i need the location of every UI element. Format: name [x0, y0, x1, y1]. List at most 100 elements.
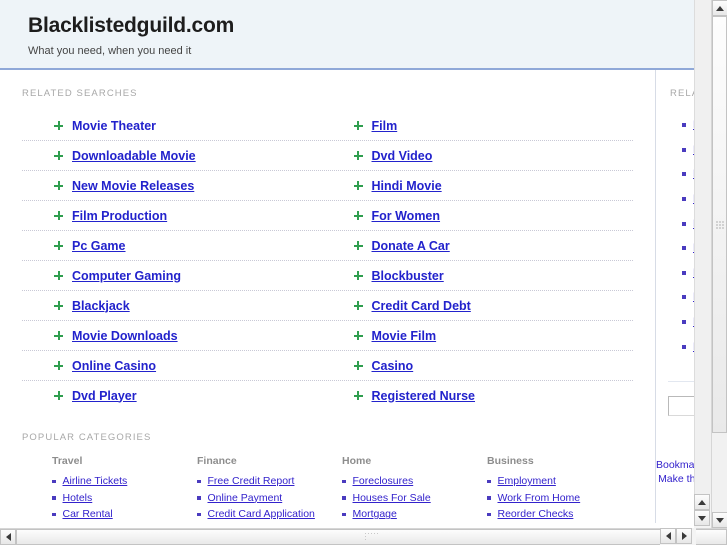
- popular-category-link[interactable]: Houses For Sale: [353, 492, 431, 504]
- inner-scroll-up-button[interactable]: [694, 494, 710, 510]
- square-bullet-icon: [197, 496, 201, 500]
- browser-window: Blacklistedguild.com What you need, when…: [0, 0, 727, 545]
- square-bullet-icon: [682, 123, 686, 128]
- related-search-link[interactable]: Film Production: [72, 209, 167, 223]
- triangle-up-icon: [716, 5, 724, 11]
- inner-scroll-left-button[interactable]: [660, 528, 676, 544]
- square-bullet-icon: [682, 221, 686, 226]
- related-search-link[interactable]: Hindi Movie: [372, 179, 442, 193]
- popular-category-link[interactable]: Hotels: [63, 492, 93, 504]
- related-search-link[interactable]: Movie Film: [372, 329, 437, 343]
- square-bullet-icon: [682, 172, 686, 177]
- triangle-left-icon: [665, 532, 671, 540]
- square-bullet-icon: [342, 479, 346, 483]
- popular-category-item: Foreclosures: [342, 473, 487, 490]
- inner-vertical-scrollbar[interactable]: [694, 0, 711, 528]
- related-search-cell-left: Movie Downloads: [22, 329, 328, 343]
- window-horizontal-scrollbar[interactable]: [0, 528, 727, 545]
- related-search-row: Pc Game Donate A Car: [22, 231, 633, 261]
- related-search-link[interactable]: Online Casino: [72, 359, 156, 373]
- popular-category-link[interactable]: Employment: [498, 475, 556, 487]
- popular-category-item: Mortgage: [342, 506, 487, 523]
- square-bullet-icon: [682, 246, 686, 251]
- related-search-link[interactable]: Dvd Player: [72, 389, 137, 403]
- popular-category-column: Finance Free Credit Report Online Payment C…: [197, 455, 342, 523]
- related-search-link[interactable]: Computer Gaming: [72, 269, 181, 283]
- popular-category-link[interactable]: Foreclosures: [353, 475, 414, 487]
- square-bullet-icon: [197, 512, 201, 516]
- related-search-link[interactable]: Credit Card Debt: [372, 299, 471, 313]
- popular-category-list: Employment Work From Home Reorder Checks: [487, 473, 632, 523]
- sparkle-bullet-icon: [353, 181, 363, 190]
- popular-category-item: Work From Home: [487, 490, 632, 507]
- related-search-cell-right: Dvd Video: [328, 149, 634, 163]
- popular-category-link[interactable]: Online Payment: [208, 492, 283, 504]
- related-search-row: Movie Downloads Movie Film: [22, 321, 633, 351]
- related-search-link[interactable]: Film: [372, 119, 398, 133]
- related-search-link[interactable]: New Movie Releases: [72, 179, 194, 193]
- related-search-link[interactable]: Blackjack: [72, 299, 130, 313]
- sparkle-bullet-icon: [54, 151, 63, 160]
- related-search-row: Downloadable Movie Dvd Video: [22, 141, 633, 171]
- popular-category-item: Airline Tickets: [52, 473, 197, 490]
- square-bullet-icon: [682, 344, 686, 349]
- related-search-cell-left: Downloadable Movie: [22, 149, 328, 163]
- square-bullet-icon: [682, 320, 686, 325]
- sparkle-bullet-icon: [353, 331, 363, 340]
- horizontal-scrollbar-thumb[interactable]: [16, 529, 727, 545]
- vertical-scrollbar-thumb[interactable]: [712, 16, 727, 433]
- popular-category-heading: Business: [487, 455, 534, 467]
- scroll-left-button[interactable]: [0, 529, 16, 545]
- sparkle-bullet-icon: [353, 211, 363, 220]
- related-search-cell-right: Casino: [328, 359, 634, 373]
- sparkle-bullet-icon: [353, 271, 363, 280]
- inner-frame-horizontal-scrollbar[interactable]: [660, 528, 696, 545]
- popular-category-link[interactable]: Airline Tickets: [63, 475, 128, 487]
- triangle-left-icon: [5, 533, 11, 541]
- related-search-link[interactable]: For Women: [372, 209, 441, 223]
- popular-category-link[interactable]: Work From Home: [498, 492, 581, 504]
- inner-frame-vertical-scrollbar[interactable]: [694, 494, 711, 528]
- sparkle-bullet-icon: [54, 121, 63, 130]
- popular-category-link[interactable]: Reorder Checks: [498, 508, 574, 520]
- related-search-cell-left: New Movie Releases: [22, 179, 328, 193]
- related-search-link[interactable]: Movie Theater: [72, 119, 156, 133]
- sparkle-bullet-icon: [54, 391, 63, 400]
- site-tagline: What you need, when you need it: [28, 45, 192, 57]
- content-area: RELATED SEARCHES Movie Theater Film Downlo…: [0, 70, 711, 523]
- related-search-row: Dvd Player Registered Nurse: [22, 381, 633, 410]
- triangle-down-icon: [698, 515, 706, 521]
- related-search-cell-left: Dvd Player: [22, 389, 328, 403]
- popular-category-column: Travel Airline Tickets Hotels Car Rental: [52, 455, 197, 523]
- related-search-link[interactable]: Donate A Car: [372, 239, 450, 253]
- sparkle-bullet-icon: [353, 241, 363, 250]
- popular-category-item: Free Credit Report: [197, 473, 342, 490]
- related-search-link[interactable]: Dvd Video: [372, 149, 433, 163]
- related-search-row: Online Casino Casino: [22, 351, 633, 381]
- popular-category-heading: Finance: [197, 455, 237, 467]
- popular-category-link[interactable]: Car Rental: [63, 508, 113, 520]
- related-search-link[interactable]: Downloadable Movie: [72, 149, 196, 163]
- related-search-cell-left: Computer Gaming: [22, 269, 328, 283]
- popular-category-link[interactable]: Free Credit Report: [208, 475, 295, 487]
- window-vertical-scrollbar[interactable]: [711, 0, 727, 528]
- sparkle-bullet-icon: [54, 331, 63, 340]
- related-search-link[interactable]: Movie Downloads: [72, 329, 178, 343]
- scroll-up-button[interactable]: [712, 0, 727, 16]
- sparkle-bullet-icon: [54, 211, 63, 220]
- popular-category-link[interactable]: Credit Card Application: [208, 508, 315, 520]
- related-search-cell-left: Movie Theater: [22, 119, 328, 133]
- site-title: Blacklistedguild.com: [28, 14, 235, 37]
- scroll-down-button[interactable]: [712, 512, 727, 528]
- related-search-link[interactable]: Casino: [372, 359, 414, 373]
- popular-category-link[interactable]: Mortgage: [353, 508, 397, 520]
- related-searches-caption: RELATED SEARCHES: [22, 88, 138, 99]
- popular-category-item: Reorder Checks: [487, 506, 632, 523]
- sparkle-bullet-icon: [353, 121, 363, 130]
- popular-category-item: Car Rental: [52, 506, 197, 523]
- related-search-link[interactable]: Registered Nurse: [372, 389, 476, 403]
- inner-scroll-down-button[interactable]: [694, 510, 710, 526]
- inner-scroll-right-button[interactable]: [676, 528, 692, 544]
- related-search-link[interactable]: Blockbuster: [372, 269, 444, 283]
- related-search-link[interactable]: Pc Game: [72, 239, 126, 253]
